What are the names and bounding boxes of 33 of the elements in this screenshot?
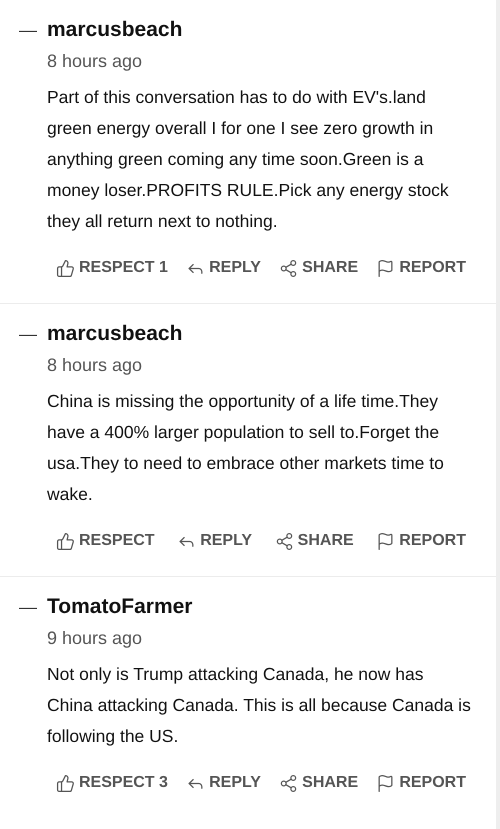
collapse-button[interactable]: — — [0, 16, 47, 44]
thumbs-up-icon — [56, 774, 75, 792]
comment-author[interactable]: marcusbeach — [47, 16, 472, 44]
action-button[interactable]: REPLY — [186, 772, 261, 794]
action-button[interactable]: REPLY — [186, 257, 261, 279]
comment-author[interactable]: marcusbeach — [47, 320, 472, 348]
action-button[interactable]: RESPECT — [56, 530, 155, 552]
collapse-button[interactable]: — — [0, 320, 47, 348]
action-button[interactable]: REPORT — [376, 257, 466, 279]
comment-text: China is missing the opportunity of a life time.They have a 400% larger population to sell to.Forget the usa.They to need to embrace other markets time to wake. — [47, 390, 445, 506]
thumbs-up-icon — [56, 258, 75, 278]
thumbs-up-icon — [56, 532, 75, 550]
comment-author[interactable]: TomatoFarmer — [47, 593, 472, 621]
action-button[interactable]: REPORT — [376, 530, 466, 552]
flag-icon — [376, 774, 396, 792]
action-button[interactable]: RESPECT 1 — [56, 257, 168, 279]
share-icon — [274, 532, 294, 550]
comment-time: 8 hours ago — [47, 354, 144, 377]
comment-text: Part of this conversation has to do with EV's.land green energy overall I for one I see zero growth in anything green coming any time soon.Green is a money loser.PROFITS RULE.Pick any energy stock they all return next to nothing. — [47, 86, 450, 233]
action-button[interactable]: REPORT — [376, 772, 466, 794]
action-button[interactable]: REPLY — [177, 530, 252, 552]
share-icon — [279, 774, 298, 792]
collapse-button[interactable]: — — [0, 593, 47, 621]
action-button[interactable]: SHARE — [274, 530, 354, 552]
share-icon — [279, 258, 298, 278]
action-button[interactable]: SHARE — [279, 257, 358, 279]
action-button[interactable]: SHARE — [279, 772, 358, 794]
flag-icon — [376, 532, 396, 550]
comment-time: 8 hours ago — [47, 50, 144, 73]
flag-icon — [376, 258, 396, 278]
comment-time: 9 hours ago — [47, 627, 144, 650]
comment-text: Not only is Trump attacking Canada, he now has China attacking Canada. This is all because Canada is following the US. — [47, 663, 472, 748]
action-button[interactable]: RESPECT 3 — [56, 772, 168, 794]
